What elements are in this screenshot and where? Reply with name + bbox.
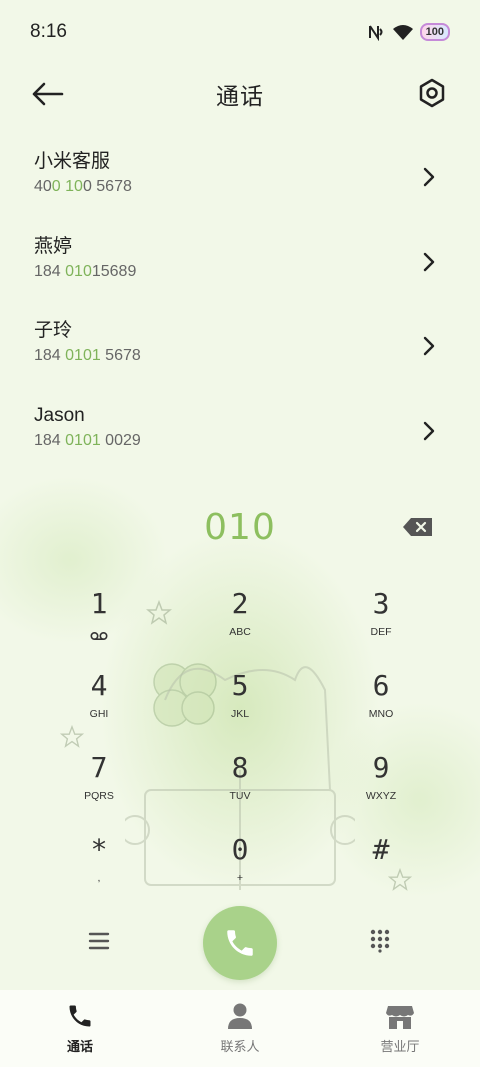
key-digit: # bbox=[372, 833, 390, 866]
contact-row[interactable]: 小米客服 400 100 5678 bbox=[0, 136, 480, 221]
key-digit: 5 bbox=[231, 669, 249, 702]
key-4[interactable]: 4 GHI bbox=[39, 664, 159, 742]
contact-row[interactable]: Jason 184 0101 0029 bbox=[0, 390, 480, 475]
key-1[interactable]: 1 bbox=[39, 582, 159, 660]
phone-icon bbox=[227, 930, 253, 956]
menu-icon[interactable] bbox=[88, 931, 110, 951]
contact-name: 燕婷 bbox=[34, 235, 73, 257]
chevron-right-icon bbox=[423, 167, 435, 187]
contact-name: 子玲 bbox=[34, 320, 73, 341]
contact-name: 小米客服 bbox=[34, 151, 111, 172]
contact-name: Jason bbox=[34, 404, 85, 426]
chevron-right-icon bbox=[423, 421, 435, 440]
voicemail-icon bbox=[90, 631, 108, 641]
dial-display: 010 bbox=[0, 500, 480, 556]
bottom-navigation: 通话 联系人 营业厅 bbox=[0, 990, 480, 1067]
key-0[interactable]: 0 + bbox=[180, 828, 300, 906]
key-digit: 0 bbox=[231, 833, 249, 866]
contact-number: 184 0101 0029 bbox=[34, 431, 141, 449]
matched-digits: 0 10 bbox=[51, 178, 83, 195]
nav-label: 营业厅 bbox=[380, 1040, 420, 1055]
key-letters: PQRS bbox=[84, 790, 114, 802]
person-icon bbox=[228, 1003, 252, 1029]
key-digit: * bbox=[90, 833, 108, 866]
key-digit: 4 bbox=[90, 669, 108, 702]
contact-number: 184 0101 5678 bbox=[34, 347, 141, 364]
key-letters: JKL bbox=[230, 708, 250, 720]
key-letters: ABC bbox=[229, 626, 251, 638]
key-9[interactable]: 9 WXYZ bbox=[321, 746, 441, 824]
key-digit: 9 bbox=[372, 751, 390, 784]
nav-calls[interactable]: 通话 bbox=[0, 990, 160, 1067]
dialed-number[interactable]: 010 bbox=[204, 507, 276, 548]
key-7[interactable]: 7 PQRS bbox=[39, 746, 159, 824]
status-bar: 8:16 100 bbox=[0, 0, 480, 64]
key-digit: 8 bbox=[231, 751, 249, 784]
key-3[interactable]: 3 DEF bbox=[321, 582, 441, 660]
key-5[interactable]: 5 JKL bbox=[180, 664, 300, 742]
contact-row[interactable]: 燕婷 184 01015689 bbox=[0, 221, 480, 306]
key-letters: DEF bbox=[370, 626, 392, 638]
matched-digits: 0101 bbox=[65, 431, 101, 449]
header: 通话 bbox=[0, 66, 480, 122]
key-2[interactable]: 2 ABC bbox=[180, 582, 300, 660]
key-letters: , bbox=[97, 872, 101, 884]
key-6[interactable]: 6 MNO bbox=[321, 664, 441, 742]
contact-number: 184 01015689 bbox=[34, 262, 137, 280]
nav-contacts[interactable]: 联系人 bbox=[160, 990, 320, 1067]
key-letters: GHI bbox=[89, 708, 109, 720]
nav-store[interactable]: 营业厅 bbox=[320, 990, 480, 1067]
battery-icon: 100 bbox=[419, 23, 450, 41]
key-letters: WXYZ bbox=[365, 790, 397, 802]
page-title: 通话 bbox=[216, 84, 264, 110]
matched-digits: 010 bbox=[65, 262, 92, 280]
nav-label: 联系人 bbox=[220, 1040, 260, 1055]
key-letters: MNO bbox=[368, 708, 394, 720]
chevron-right-icon bbox=[423, 252, 435, 271]
settings-icon[interactable] bbox=[416, 77, 448, 109]
contact-row[interactable]: 子玲 184 0101 5678 bbox=[0, 305, 480, 390]
key-digit: 3 bbox=[372, 587, 390, 620]
backspace-icon[interactable] bbox=[402, 516, 434, 538]
status-time: 8:16 bbox=[30, 21, 67, 42]
wifi-icon bbox=[392, 25, 413, 40]
key-star[interactable]: * , bbox=[39, 828, 159, 906]
key-digit: 2 bbox=[231, 587, 249, 620]
key-digit: 7 bbox=[90, 751, 108, 784]
contact-suggestion-list: 小米客服 400 100 5678 燕婷 184 01015689 子玲 184… bbox=[0, 136, 480, 474]
key-digit: 6 bbox=[372, 669, 390, 702]
key-letters: + bbox=[236, 872, 244, 884]
dialer-action-row bbox=[0, 905, 480, 981]
nfc-icon bbox=[368, 25, 383, 41]
matched-digits: 0101 bbox=[65, 347, 101, 364]
chevron-right-icon bbox=[423, 336, 435, 356]
status-icons: 100 bbox=[366, 23, 450, 41]
phone-icon bbox=[69, 1005, 91, 1027]
key-hash[interactable]: # bbox=[321, 828, 441, 906]
nav-label: 通话 bbox=[66, 1040, 93, 1055]
dialpad-grid-icon[interactable] bbox=[370, 929, 390, 953]
call-button[interactable] bbox=[203, 906, 277, 980]
key-8[interactable]: 8 TUV bbox=[180, 746, 300, 824]
key-letters: TUV bbox=[229, 790, 251, 802]
contact-number: 400 100 5678 bbox=[34, 178, 132, 195]
back-arrow-icon[interactable] bbox=[30, 78, 66, 110]
store-icon bbox=[386, 1006, 414, 1029]
key-digit: 1 bbox=[90, 587, 108, 620]
